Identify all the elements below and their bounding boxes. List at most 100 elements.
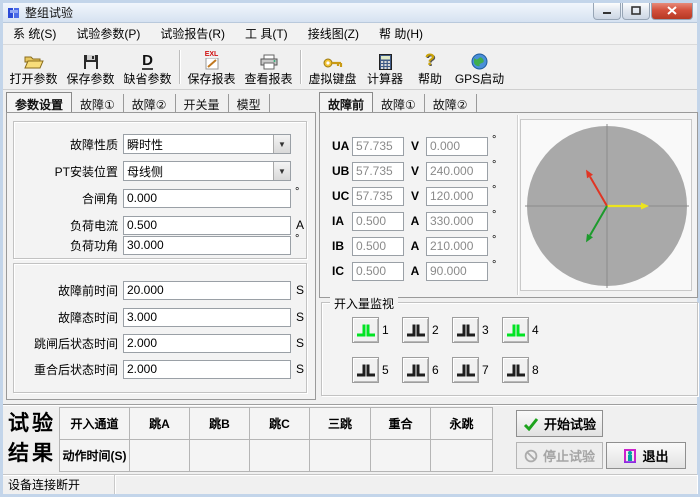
menu-tools[interactable]: 工 具(T) [235,23,298,44]
channel-label: UB [332,164,350,178]
fault-nature-label: 故障性质 [69,137,118,152]
result-cell [189,439,250,472]
default-params-button[interactable]: D 缺省参数 [119,46,176,88]
virtual-keyboard-button[interactable]: 虚拟键盘 [304,46,361,88]
tab-switch-quantity[interactable]: 开关量 [176,94,229,112]
tab-model[interactable]: 模型 [229,94,270,112]
degree-label: ° [492,259,497,271]
prefault-page: UA V ° UB V ° UC V [319,112,698,298]
unit-label: ° [295,233,300,245]
channel-number: 2 [432,323,439,337]
chevron-down-icon[interactable]: ▼ [273,135,290,153]
stop-test-button: 停止试验 [516,442,603,469]
calculator-button[interactable]: 计算器 [361,46,409,88]
gps-start-button[interactable]: GPS启动 [451,46,508,88]
contact-button-4[interactable] [502,317,529,343]
start-test-button[interactable]: 开始试验 [516,410,603,437]
menu-system[interactable]: 系 统(S) [3,23,66,44]
help-button[interactable]: ? 帮助 [409,46,451,88]
check-icon [523,417,539,431]
unit-label: A [410,264,420,278]
monitor-channel-8: 8 [502,357,539,383]
contact-button-8[interactable] [502,357,529,383]
results-header-cell: 跳C [249,407,310,440]
divider [517,115,518,295]
contact-button-1[interactable] [352,317,379,343]
post-trip-time-input[interactable] [123,333,291,353]
ic-magnitude-field [352,261,404,281]
close-button[interactable] [651,2,693,20]
maximize-button[interactable] [622,2,650,20]
contact-button-2[interactable] [402,317,429,343]
uc-angle-field [426,186,488,206]
menu-help[interactable]: 帮 助(H) [369,23,433,44]
load-power-angle-input[interactable] [123,235,291,255]
letter-d-icon: D [142,51,153,70]
contact-icon [406,324,425,336]
channel-label: IB [332,239,344,253]
minimize-button[interactable] [593,2,621,20]
monitor-channel-6: 6 [402,357,439,383]
fault-time-input[interactable] [123,307,291,327]
chevron-down-icon[interactable]: ▼ [273,162,290,180]
help-icon: ? [424,49,436,69]
excel-export-icon: EXL [205,50,219,70]
results-table: 开入通道 跳A 跳B 跳C 三跳 重合 永跳 动作时间(S) [59,407,493,472]
uc-magnitude-field [352,186,404,206]
floppy-icon [83,50,99,70]
contact-button-3[interactable] [452,317,479,343]
closing-angle-input[interactable] [123,188,291,208]
tab-fault-1-right[interactable]: 故障① [373,94,425,112]
unit-label: V [410,189,419,203]
menu-wiring-diagram[interactable]: 接线图(Z) [298,23,369,44]
view-report-button[interactable]: 查看报表 [240,46,297,88]
load-power-angle-label: 负荷功角 [69,238,118,253]
monitor-channel-1: 1 [352,317,389,343]
unit-label: S [296,283,305,297]
contact-icon [456,324,475,336]
results-header-cell: 永跳 [430,407,493,440]
input-monitor-group: 开入量监视 1 2 3 4 5 6 7 8 [321,295,698,396]
menu-test-params[interactable]: 试验参数(P) [66,23,150,44]
channel-number: 6 [432,363,439,377]
fault-nature-combo[interactable]: 瞬时性 ▼ [123,134,291,154]
channel-number: 8 [532,363,539,377]
toolbar-label: 帮助 [417,71,442,86]
results-row-label: 动作时间(S) [59,439,130,472]
tab-fault-2[interactable]: 故障② [124,94,176,112]
tab-fault-2-right[interactable]: 故障② [425,94,477,112]
statusbar: 设备连接断开 [3,474,697,494]
channel-label: IA [332,214,344,228]
exit-button[interactable]: 退出 [606,442,686,469]
results-header-cell: 三跳 [309,407,371,440]
toolbar-label: 查看报表 [244,71,293,86]
channel-number: 5 [382,363,389,377]
tab-fault-1[interactable]: 故障① [72,94,124,112]
app-icon [8,7,19,18]
tab-param-settings[interactable]: 参数设置 [6,92,73,112]
contact-icon [356,324,375,336]
menu-test-report[interactable]: 试验报告(R) [150,23,235,44]
open-params-button[interactable]: 打开参数 [5,46,62,88]
contact-button-7[interactable] [452,357,479,383]
save-params-button[interactable]: 保存参数 [62,46,119,88]
ia-magnitude-field [352,211,404,231]
post-trip-time-label: 跳闸后状态时间 [33,336,118,351]
ua-angle-field [426,136,488,156]
calculator-icon [378,50,392,70]
pt-position-combo[interactable]: 母线侧 ▼ [123,161,291,181]
load-current-input[interactable] [123,215,291,235]
main-area: 参数设置 故障① 故障② 开关量 模型 故障性质 瞬时性 ▼ PT安装位置 母线… [3,90,698,404]
prefault-time-input[interactable] [123,280,291,300]
post-reclose-time-input[interactable] [123,359,291,379]
exit-door-icon [624,448,637,463]
ia-angle-field [426,211,488,231]
app-window: 整组试验 系 统(S) 试验参数(P) 试验报告(R) 工 具(T) 接线图(Z… [0,0,700,497]
maximize-icon [631,6,641,15]
contact-button-5[interactable] [352,357,379,383]
contact-button-6[interactable] [402,357,429,383]
save-report-button[interactable]: EXL 保存报表 [183,46,240,88]
results-header-cell: 跳A [129,407,190,440]
unit-label: A [296,218,305,232]
tab-prefault[interactable]: 故障前 [319,92,374,112]
